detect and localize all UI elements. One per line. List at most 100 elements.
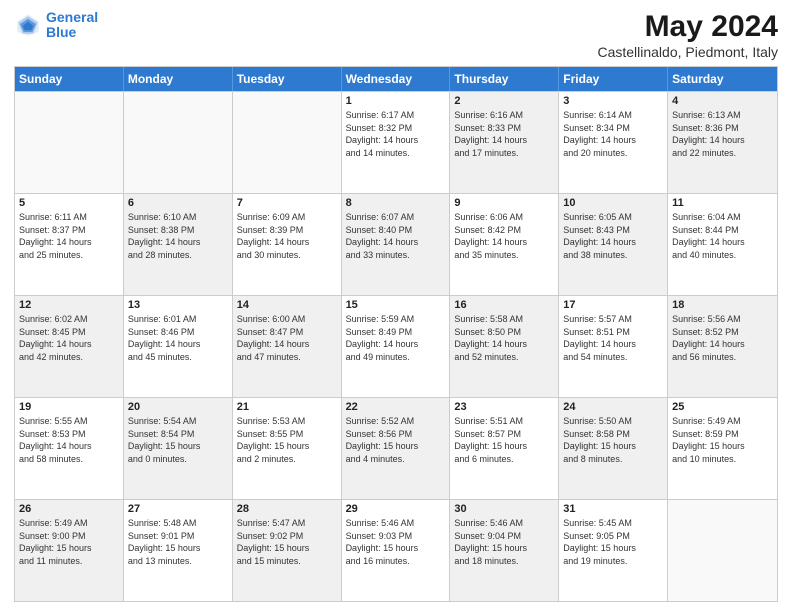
day-number: 14 (237, 299, 337, 311)
day-number: 23 (454, 401, 554, 413)
calendar-cell: 27 Sunrise: 5:48 AM Sunset: 9:01 PM Dayli… (124, 500, 233, 601)
logo-general: General (46, 9, 98, 25)
calendar-cell: 28 Sunrise: 5:47 AM Sunset: 9:02 PM Dayli… (233, 500, 342, 601)
calendar-cell: 6 Sunrise: 6:10 AM Sunset: 8:38 PM Daylig… (124, 194, 233, 295)
day-info: Sunrise: 6:13 AM Sunset: 8:36 PM Dayligh… (672, 109, 773, 159)
day-info: Sunrise: 5:49 AM Sunset: 8:59 PM Dayligh… (672, 415, 773, 465)
title-block: May 2024 Castellinaldo, Piedmont, Italy (597, 10, 778, 60)
day-info: Sunrise: 6:06 AM Sunset: 8:42 PM Dayligh… (454, 211, 554, 261)
logo: General Blue (14, 10, 98, 41)
day-number: 27 (128, 503, 228, 515)
day-info: Sunrise: 6:07 AM Sunset: 8:40 PM Dayligh… (346, 211, 446, 261)
day-number: 10 (563, 197, 663, 209)
day-number: 8 (346, 197, 446, 209)
day-info: Sunrise: 5:52 AM Sunset: 8:56 PM Dayligh… (346, 415, 446, 465)
calendar-cell: 14 Sunrise: 6:00 AM Sunset: 8:47 PM Dayli… (233, 296, 342, 397)
day-info: Sunrise: 5:57 AM Sunset: 8:51 PM Dayligh… (563, 313, 663, 363)
header: General Blue May 2024 Castellinaldo, Pie… (14, 10, 778, 60)
calendar-cell: 16 Sunrise: 5:58 AM Sunset: 8:50 PM Dayli… (450, 296, 559, 397)
calendar-header-cell: Monday (124, 67, 233, 91)
calendar-cell: 12 Sunrise: 6:02 AM Sunset: 8:45 PM Dayli… (15, 296, 124, 397)
day-info: Sunrise: 6:16 AM Sunset: 8:33 PM Dayligh… (454, 109, 554, 159)
day-info: Sunrise: 5:59 AM Sunset: 8:49 PM Dayligh… (346, 313, 446, 363)
calendar-week: 1 Sunrise: 6:17 AM Sunset: 8:32 PM Daylig… (15, 91, 777, 193)
calendar-cell (233, 92, 342, 193)
day-info: Sunrise: 6:17 AM Sunset: 8:32 PM Dayligh… (346, 109, 446, 159)
day-info: Sunrise: 5:54 AM Sunset: 8:54 PM Dayligh… (128, 415, 228, 465)
calendar-week: 19Sunrise: 5:55 AM Sunset: 8:53 PM Dayli… (15, 397, 777, 499)
day-number: 17 (563, 299, 663, 311)
calendar-cell: 3 Sunrise: 6:14 AM Sunset: 8:34 PM Daylig… (559, 92, 668, 193)
calendar-cell: 9 Sunrise: 6:06 AM Sunset: 8:42 PM Daylig… (450, 194, 559, 295)
calendar-cell: 25Sunrise: 5:49 AM Sunset: 8:59 PM Dayli… (668, 398, 777, 499)
day-number: 20 (128, 401, 228, 413)
calendar-week: 26 Sunrise: 5:49 AM Sunset: 9:00 PM Dayli… (15, 499, 777, 601)
day-number: 1 (346, 95, 446, 107)
calendar-header-cell: Tuesday (233, 67, 342, 91)
day-info: Sunrise: 5:48 AM Sunset: 9:01 PM Dayligh… (128, 517, 228, 567)
calendar-cell: 22 Sunrise: 5:52 AM Sunset: 8:56 PM Dayli… (342, 398, 451, 499)
page: General Blue May 2024 Castellinaldo, Pie… (0, 0, 792, 612)
day-info: Sunrise: 6:01 AM Sunset: 8:46 PM Dayligh… (128, 313, 228, 363)
day-number: 6 (128, 197, 228, 209)
day-info: Sunrise: 6:10 AM Sunset: 8:38 PM Dayligh… (128, 211, 228, 261)
day-number: 16 (454, 299, 554, 311)
day-number: 22 (346, 401, 446, 413)
calendar-header-row: SundayMondayTuesdayWednesdayThursdayFrid… (15, 67, 777, 91)
day-number: 9 (454, 197, 554, 209)
day-info: Sunrise: 6:04 AM Sunset: 8:44 PM Dayligh… (672, 211, 773, 261)
day-info: Sunrise: 5:56 AM Sunset: 8:52 PM Dayligh… (672, 313, 773, 363)
day-number: 12 (19, 299, 119, 311)
day-number: 21 (237, 401, 337, 413)
logo-blue: Blue (46, 24, 76, 40)
calendar-header-cell: Thursday (450, 67, 559, 91)
calendar-cell: 11Sunrise: 6:04 AM Sunset: 8:44 PM Dayli… (668, 194, 777, 295)
calendar-cell (124, 92, 233, 193)
calendar-cell: 29Sunrise: 5:46 AM Sunset: 9:03 PM Dayli… (342, 500, 451, 601)
day-info: Sunrise: 6:00 AM Sunset: 8:47 PM Dayligh… (237, 313, 337, 363)
logo-icon (14, 11, 42, 39)
calendar-cell: 8 Sunrise: 6:07 AM Sunset: 8:40 PM Daylig… (342, 194, 451, 295)
logo-text: General Blue (46, 10, 98, 41)
page-subtitle: Castellinaldo, Piedmont, Italy (597, 44, 778, 60)
calendar-header-cell: Saturday (668, 67, 777, 91)
calendar-week: 12 Sunrise: 6:02 AM Sunset: 8:45 PM Dayli… (15, 295, 777, 397)
day-number: 3 (563, 95, 663, 107)
calendar-cell: 23Sunrise: 5:51 AM Sunset: 8:57 PM Dayli… (450, 398, 559, 499)
day-number: 26 (19, 503, 119, 515)
day-info: Sunrise: 5:53 AM Sunset: 8:55 PM Dayligh… (237, 415, 337, 465)
day-number: 24 (563, 401, 663, 413)
calendar-cell (15, 92, 124, 193)
day-info: Sunrise: 6:09 AM Sunset: 8:39 PM Dayligh… (237, 211, 337, 261)
page-title: May 2024 (597, 10, 778, 44)
day-number: 15 (346, 299, 446, 311)
calendar-cell: 10 Sunrise: 6:05 AM Sunset: 8:43 PM Dayli… (559, 194, 668, 295)
day-number: 29 (346, 503, 446, 515)
day-number: 28 (237, 503, 337, 515)
calendar-cell: 2Sunrise: 6:16 AM Sunset: 8:33 PM Daylig… (450, 92, 559, 193)
calendar-cell: 18Sunrise: 5:56 AM Sunset: 8:52 PM Dayli… (668, 296, 777, 397)
day-info: Sunrise: 6:14 AM Sunset: 8:34 PM Dayligh… (563, 109, 663, 159)
day-number: 19 (19, 401, 119, 413)
day-number: 13 (128, 299, 228, 311)
calendar-cell: 7Sunrise: 6:09 AM Sunset: 8:39 PM Daylig… (233, 194, 342, 295)
day-info: Sunrise: 5:49 AM Sunset: 9:00 PM Dayligh… (19, 517, 119, 567)
day-number: 30 (454, 503, 554, 515)
calendar-cell: 31Sunrise: 5:45 AM Sunset: 9:05 PM Dayli… (559, 500, 668, 601)
day-info: Sunrise: 5:58 AM Sunset: 8:50 PM Dayligh… (454, 313, 554, 363)
calendar-cell: 26 Sunrise: 5:49 AM Sunset: 9:00 PM Dayli… (15, 500, 124, 601)
day-info: Sunrise: 5:50 AM Sunset: 8:58 PM Dayligh… (563, 415, 663, 465)
day-info: Sunrise: 5:45 AM Sunset: 9:05 PM Dayligh… (563, 517, 663, 567)
day-info: Sunrise: 6:05 AM Sunset: 8:43 PM Dayligh… (563, 211, 663, 261)
calendar-cell: 17 Sunrise: 5:57 AM Sunset: 8:51 PM Dayli… (559, 296, 668, 397)
day-info: Sunrise: 5:46 AM Sunset: 9:04 PM Dayligh… (454, 517, 554, 567)
day-info: Sunrise: 6:02 AM Sunset: 8:45 PM Dayligh… (19, 313, 119, 363)
calendar: SundayMondayTuesdayWednesdayThursdayFrid… (14, 66, 778, 602)
day-info: Sunrise: 5:47 AM Sunset: 9:02 PM Dayligh… (237, 517, 337, 567)
calendar-cell: 5Sunrise: 6:11 AM Sunset: 8:37 PM Daylig… (15, 194, 124, 295)
calendar-header-cell: Wednesday (342, 67, 451, 91)
calendar-cell: 20 Sunrise: 5:54 AM Sunset: 8:54 PM Dayli… (124, 398, 233, 499)
calendar-header-cell: Friday (559, 67, 668, 91)
calendar-cell: 4Sunrise: 6:13 AM Sunset: 8:36 PM Daylig… (668, 92, 777, 193)
calendar-header-cell: Sunday (15, 67, 124, 91)
